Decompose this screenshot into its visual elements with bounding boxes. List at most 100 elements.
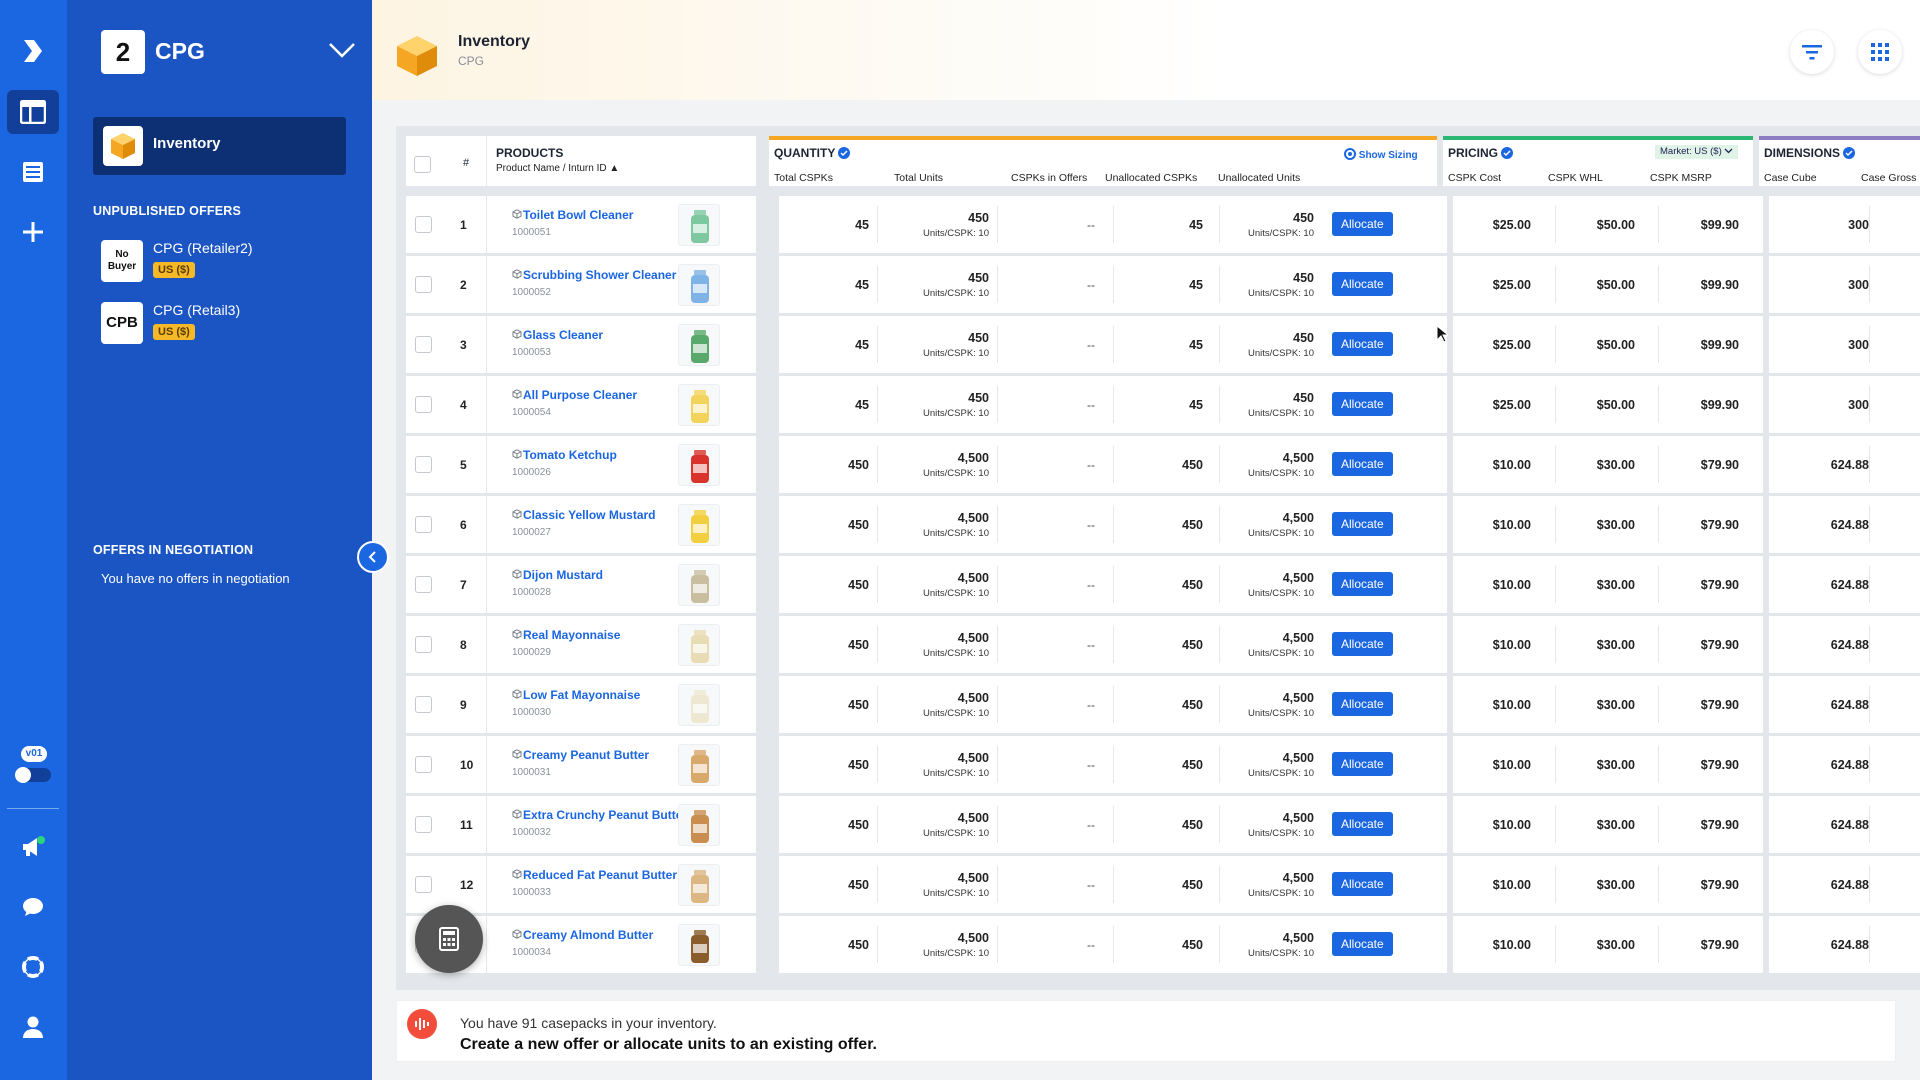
logo-icon[interactable] (7, 29, 59, 73)
unpublished-offers-heading: UNPUBLISHED OFFERS (93, 204, 242, 218)
announcements-icon[interactable] (7, 825, 59, 869)
allocate-button[interactable]: Allocate (1332, 212, 1393, 236)
allocate-button[interactable]: Allocate (1332, 272, 1393, 296)
offer-item[interactable]: CPB CPG (Retail3) US ($) (101, 302, 341, 348)
row-checkbox[interactable] (415, 396, 432, 413)
table-row: 2 Scrubbing Shower Cleaner 1000052 45 450 Uni… (406, 256, 1920, 313)
page-subtitle: CPG (458, 54, 485, 68)
inventory-nav-icon[interactable] (7, 90, 59, 134)
allocate-button[interactable]: Allocate (1332, 812, 1393, 836)
sidebar-item-inventory[interactable]: Inventory (93, 117, 346, 175)
filter-button[interactable] (1790, 30, 1834, 74)
unallocated-cspks-value: 450 (1182, 638, 1203, 652)
allocate-button[interactable]: Allocate (1332, 932, 1393, 956)
product-name-link[interactable]: Creamy Peanut Butter (523, 748, 649, 762)
product-sort-header[interactable]: Product Name / Inturn ID ▲ (496, 163, 619, 174)
product-name-link[interactable]: Real Mayonnaise (523, 628, 620, 642)
product-name-link[interactable]: Creamy Almond Butter (523, 928, 653, 942)
product-thumbnail[interactable] (678, 804, 720, 846)
units-per-cspk: Units/CSPK: 10 (1248, 528, 1314, 539)
allocate-button[interactable]: Allocate (1332, 572, 1393, 596)
product-name-link[interactable]: Reduced Fat Peanut Butter (523, 868, 677, 882)
market-selector[interactable]: Market: US ($) (1655, 145, 1739, 159)
offers-list-icon[interactable] (7, 150, 59, 194)
help-icon[interactable] (7, 945, 59, 989)
select-all-checkbox[interactable] (414, 156, 431, 173)
product-name-link[interactable]: Tomato Ketchup (523, 448, 617, 462)
row-checkbox[interactable] (415, 276, 432, 293)
product-thumbnail[interactable] (678, 504, 720, 546)
product-name-link[interactable]: Dijon Mustard (523, 568, 603, 582)
row-checkbox[interactable] (415, 636, 432, 653)
calculator-button[interactable] (415, 905, 483, 973)
case-cube-value: 300 (1848, 338, 1869, 352)
total-cspks-value: 450 (848, 938, 869, 952)
allocate-button[interactable]: Allocate (1332, 872, 1393, 896)
row-checkbox[interactable] (415, 456, 432, 473)
product-thumbnail[interactable] (678, 444, 720, 486)
cspk-cost-value: $25.00 (1492, 338, 1531, 352)
product-thumbnail[interactable] (678, 204, 720, 246)
version-toggle[interactable]: v01 (15, 746, 51, 786)
product-name-link[interactable]: Classic Yellow Mustard (523, 508, 656, 522)
cspks-in-offers-value: -- (1087, 638, 1095, 652)
product-name-link[interactable]: Extra Crunchy Peanut Butter (523, 808, 687, 822)
row-checkbox[interactable] (415, 336, 432, 353)
offer-item[interactable]: No Buyer CPG (Retailer2) US ($) (101, 240, 341, 286)
allocate-button[interactable]: Allocate (1332, 692, 1393, 716)
product-thumbnail[interactable] (678, 744, 720, 786)
product-name-link[interactable]: Toilet Bowl Cleaner (523, 208, 633, 222)
unallocated-cspks-value: 450 (1182, 578, 1203, 592)
product-box-icon (512, 569, 522, 579)
org-badge: 2 (101, 30, 145, 74)
row-checkbox[interactable] (415, 696, 432, 713)
chat-icon[interactable] (7, 885, 59, 929)
row-number: 9 (460, 698, 467, 712)
row-checkbox[interactable] (415, 816, 432, 833)
box-icon (103, 126, 143, 166)
product-box-icon (512, 629, 522, 639)
row-number: 12 (460, 878, 474, 892)
profile-icon[interactable] (7, 1005, 59, 1049)
row-checkbox[interactable] (415, 576, 432, 593)
cspk-msrp-value: $79.90 (1700, 938, 1739, 952)
collapse-sidebar-button[interactable] (357, 541, 389, 573)
show-sizing-toggle[interactable]: Show Sizing (1344, 148, 1418, 161)
product-thumbnail[interactable] (678, 384, 720, 426)
chevron-down-icon[interactable] (327, 40, 357, 65)
product-thumbnail[interactable] (678, 324, 720, 366)
row-number: 8 (460, 638, 467, 652)
allocate-button[interactable]: Allocate (1332, 332, 1393, 356)
allocate-button[interactable]: Allocate (1332, 752, 1393, 776)
grid-view-button[interactable] (1858, 30, 1902, 74)
product-thumbnail[interactable] (678, 684, 720, 726)
product-name-link[interactable]: Glass Cleaner (523, 328, 603, 342)
product-thumbnail[interactable] (678, 924, 720, 966)
row-checkbox[interactable] (415, 876, 432, 893)
unallocated-cspks-value: 45 (1189, 398, 1203, 412)
product-thumbnail[interactable] (678, 264, 720, 306)
allocate-button[interactable]: Allocate (1332, 632, 1393, 656)
product-name-link[interactable]: All Purpose Cleaner (523, 388, 637, 402)
product-id: 1000054 (512, 407, 551, 418)
col-total-units: Total Units (894, 172, 944, 184)
add-icon[interactable] (7, 210, 59, 254)
rail-divider (7, 808, 59, 809)
allocate-button[interactable]: Allocate (1332, 452, 1393, 476)
allocate-button[interactable]: Allocate (1332, 512, 1393, 536)
col-cspk-msrp: CSPK MSRP (1650, 172, 1712, 184)
row-checkbox[interactable] (415, 756, 432, 773)
row-checkbox[interactable] (415, 516, 432, 533)
product-name-link[interactable]: Low Fat Mayonnaise (523, 688, 640, 702)
product-name-link[interactable]: Scrubbing Shower Cleaner (523, 268, 676, 282)
verified-icon (1843, 147, 1856, 159)
product-thumbnail[interactable] (678, 864, 720, 906)
row-checkbox[interactable] (415, 216, 432, 233)
case-cube-value: 624.88 (1830, 698, 1869, 712)
chevron-down-icon (1724, 148, 1733, 154)
total-units-value: 4,500 (957, 691, 989, 705)
product-thumbnail[interactable] (678, 624, 720, 666)
product-thumbnail[interactable] (678, 564, 720, 606)
allocate-button[interactable]: Allocate (1332, 392, 1393, 416)
product-id: 1000034 (512, 947, 551, 958)
